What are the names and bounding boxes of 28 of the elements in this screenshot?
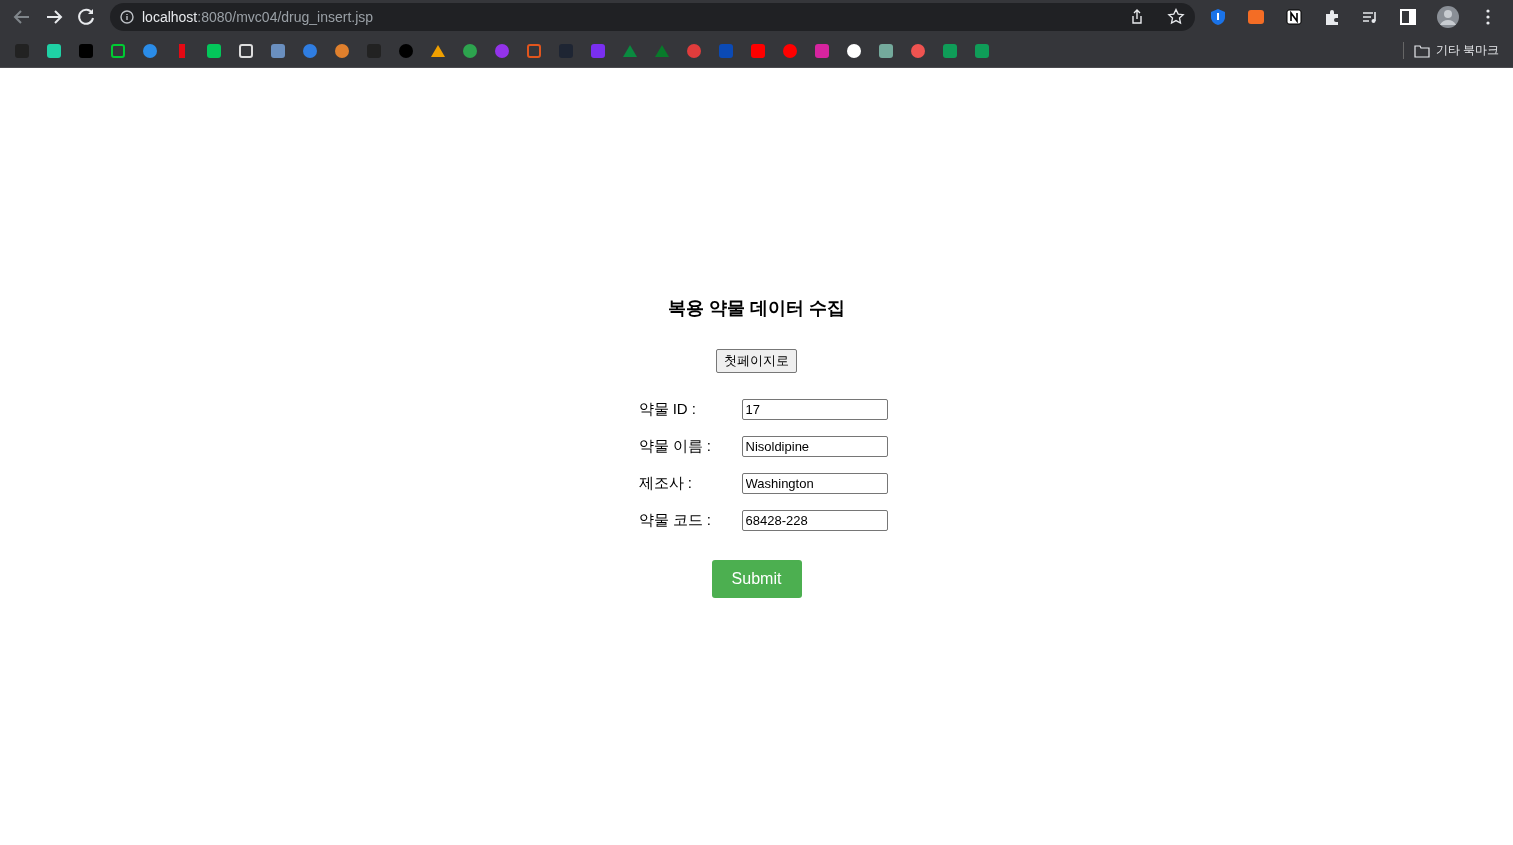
notebook-icon[interactable]	[1285, 8, 1303, 26]
info-icon[interactable]	[120, 10, 134, 24]
field-label: 약물 이름 :	[638, 437, 712, 456]
folder-icon[interactable]	[1413, 43, 1430, 58]
avatar-icon[interactable]	[1437, 6, 1459, 28]
input-field[interactable]: 17	[741, 399, 888, 420]
home-button[interactable]: 첫페이지로	[716, 349, 797, 373]
bookmark-icon[interactable]	[206, 42, 222, 59]
url-path: :8080/mvc04/drug_insert.jsp	[197, 9, 374, 25]
input-field[interactable]: 68428-228	[741, 510, 888, 531]
input-field[interactable]: Washington	[741, 473, 888, 494]
page-title: 복용 약물 데이터 수집	[668, 297, 845, 320]
star-icon[interactable]	[1167, 8, 1185, 26]
bookmark-icon[interactable]	[110, 42, 126, 59]
shield-icon[interactable]	[1209, 8, 1227, 26]
other-bookmarks-link[interactable]: 기타 북마크	[1435, 42, 1499, 59]
puzzle-icon[interactable]	[1323, 8, 1341, 26]
bookmark-icon[interactable]	[846, 42, 862, 59]
field-label: 약물 ID :	[638, 400, 697, 419]
side-panel-icon[interactable]	[1399, 8, 1417, 26]
input-field[interactable]: Nisoldipine	[741, 436, 888, 457]
field-label: 제조사 :	[638, 474, 693, 493]
field-label: 약물 코드 :	[638, 511, 712, 530]
url-host: localhost	[142, 9, 198, 25]
bookmark-icon[interactable]	[46, 42, 62, 59]
share-icon[interactable]	[1129, 9, 1145, 25]
address-bar[interactable]: localhost:8080/mvc04/drug_insert.jsp	[110, 3, 1195, 31]
extension-icon[interactable]	[1247, 8, 1265, 26]
